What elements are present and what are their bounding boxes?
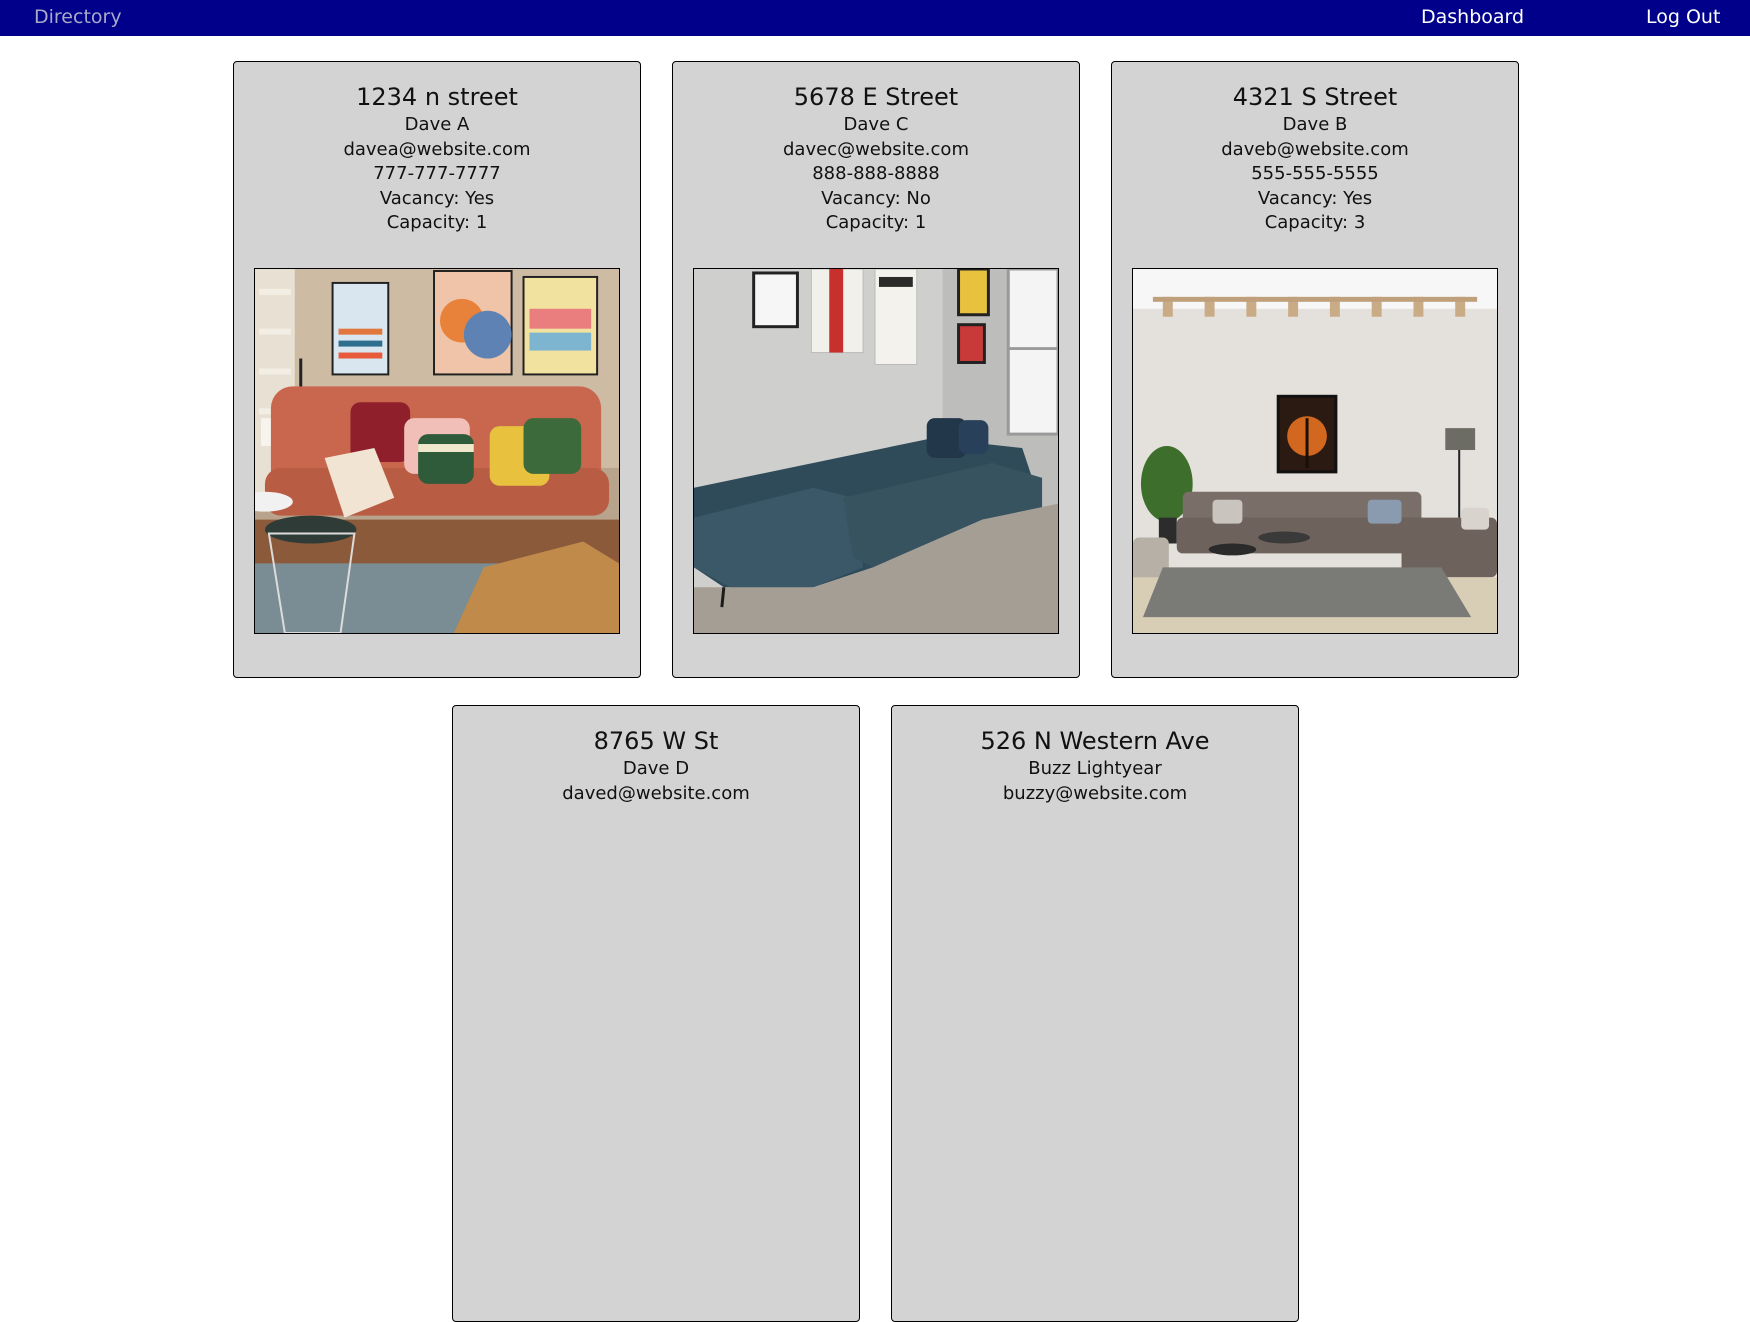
- listing-email: buzzy@website.com: [1002, 782, 1188, 804]
- listing-card[interactable]: 4321 S Street Dave B daveb@website.com 5…: [1111, 61, 1519, 678]
- listing-address: 526 N Western Ave: [980, 727, 1210, 755]
- listing-owner: Buzz Lightyear: [1028, 758, 1162, 779]
- listing-phone: 555-555-5555: [1251, 163, 1379, 184]
- listing-vacancy: Vacancy: Yes: [1257, 187, 1373, 209]
- listing-card[interactable]: 8765 W St Dave D daved@website.com: [452, 705, 860, 1322]
- listing-email: daveb@website.com: [1221, 138, 1409, 160]
- listing-vacancy: Vacancy: No: [821, 187, 931, 209]
- listing-vacancy: Vacancy: Yes: [379, 187, 495, 209]
- listing-card[interactable]: 5678 E Street Dave C davec@website.com 8…: [672, 61, 1080, 678]
- listing-card[interactable]: 526 N Western Ave Buzz Lightyear buzzy@w…: [891, 705, 1299, 1322]
- listing-email: davec@website.com: [783, 138, 969, 160]
- listing-address: 8765 W St: [593, 727, 719, 755]
- listing-address: 5678 E Street: [793, 83, 959, 111]
- listing-capacity: Capacity: 1: [825, 212, 927, 233]
- top-navbar: Directory Dashboard Log Out: [0, 0, 1750, 36]
- logout-link[interactable]: Log Out: [1646, 6, 1720, 28]
- listing-address: 4321 S Street: [1232, 83, 1398, 111]
- listing-owner: Dave B: [1282, 114, 1348, 135]
- listing-owner: Dave C: [843, 114, 909, 135]
- listing-address: 1234 n street: [356, 83, 518, 111]
- listing-card[interactable]: 1234 n street Dave A davea@website.com 7…: [233, 61, 641, 678]
- listing-owner: Dave A: [404, 114, 470, 135]
- listing-photo: [254, 268, 620, 634]
- listing-capacity: Capacity: 1: [386, 212, 488, 233]
- listing-capacity: Capacity: 3: [1264, 212, 1366, 233]
- listing-owner: Dave D: [622, 758, 690, 779]
- listing-phone: 777-777-7777: [373, 163, 501, 184]
- listing-email: daved@website.com: [562, 782, 750, 804]
- listing-email: davea@website.com: [343, 138, 531, 160]
- listing-photo: [693, 268, 1059, 634]
- listing-phone: 888-888-8888: [812, 163, 940, 184]
- directory-link[interactable]: Directory: [34, 6, 122, 28]
- dashboard-link[interactable]: Dashboard: [1421, 6, 1524, 28]
- listing-photo: [1132, 268, 1498, 634]
